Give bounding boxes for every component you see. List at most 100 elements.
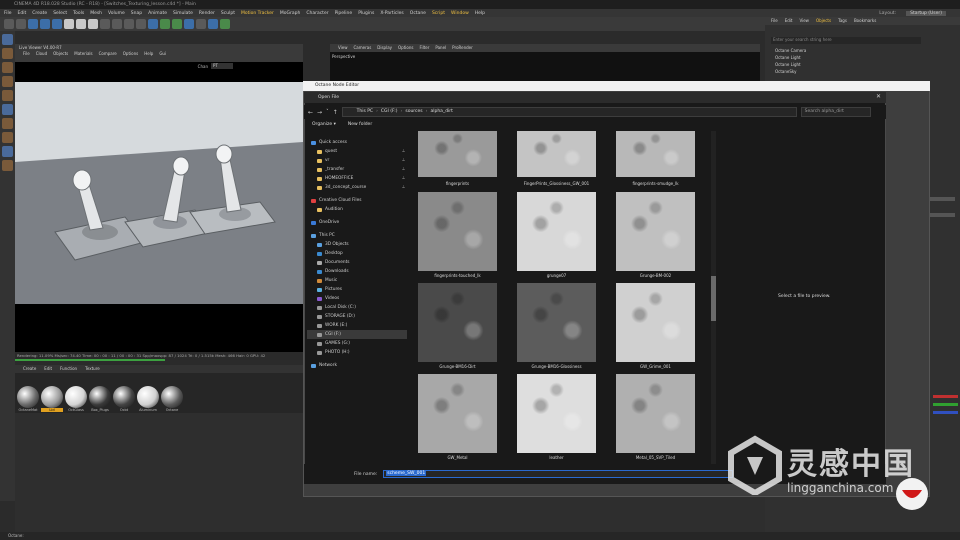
viewport-menu-view[interactable]: View [338, 44, 348, 52]
material-ball[interactable] [113, 386, 135, 408]
nav-item[interactable]: Creative Cloud Files [307, 196, 407, 205]
new-folder-button[interactable]: New folder [348, 119, 372, 131]
menu-create[interactable]: Create [32, 11, 47, 16]
object-menu-objects[interactable]: Objects [816, 17, 831, 25]
points-mode-icon[interactable] [2, 62, 13, 73]
texture-mode-icon[interactable] [2, 118, 13, 129]
make-editable-icon[interactable] [2, 34, 13, 45]
material-tab-create[interactable]: Create [23, 365, 36, 373]
menu-mesh[interactable]: Mesh [90, 11, 102, 16]
file-thumbnail[interactable] [418, 374, 497, 453]
menu-snap[interactable]: Snap [131, 11, 142, 16]
camera-icon[interactable] [208, 19, 218, 29]
light-icon[interactable] [220, 19, 230, 29]
nav-item[interactable]: Downloads [307, 267, 407, 276]
object-item[interactable]: Octane Camera [775, 47, 806, 54]
model-mode-icon[interactable] [2, 48, 13, 59]
nav-item[interactable]: HOMEOFFICE ⟂ [307, 174, 407, 183]
menu-x-particles[interactable]: X-Particles [380, 11, 403, 16]
edges-mode-icon[interactable] [2, 76, 13, 87]
search-input[interactable]: Search alpha_dirt [800, 107, 871, 117]
file-thumbnail[interactable] [517, 374, 596, 453]
viewport-menu-cameras[interactable]: Cameras [354, 44, 372, 52]
breadcrumb-item[interactable]: This PC [357, 109, 373, 114]
nav-item[interactable]: Desktop [307, 249, 407, 258]
nav-item[interactable]: OneDrive [307, 218, 407, 227]
cloner-icon[interactable] [172, 19, 182, 29]
viewer-menu-file[interactable]: File [23, 51, 30, 56]
forward-icon[interactable]: → [317, 109, 322, 116]
nav-item[interactable]: vr ⟂ [307, 156, 407, 165]
material-ball[interactable] [65, 386, 87, 408]
viewport-menu-prorender[interactable]: ProRender [452, 44, 473, 52]
file-thumbnail[interactable] [517, 192, 596, 271]
breadcrumb-item[interactable]: alpha_dirt [430, 109, 452, 114]
redo-icon[interactable] [16, 19, 26, 29]
scene-icon[interactable] [196, 19, 206, 29]
object-item[interactable]: Octane Light [775, 61, 806, 68]
file-thumbnail[interactable] [517, 283, 596, 362]
scale-tool-icon[interactable] [40, 19, 50, 29]
material-ball[interactable] [161, 386, 183, 408]
material-ball[interactable] [137, 386, 159, 408]
polygons-mode-icon[interactable] [2, 90, 13, 101]
deformer-icon[interactable] [184, 19, 194, 29]
file-thumbnail[interactable] [616, 283, 695, 362]
menu-animate[interactable]: Animate [148, 11, 167, 16]
render-view-icon[interactable] [112, 19, 122, 29]
menu-mograph[interactable]: MoGraph [280, 11, 300, 16]
viewer-menu-cloud[interactable]: Cloud [36, 51, 47, 56]
object-menu-edit[interactable]: Edit [785, 17, 793, 25]
x-axis-icon[interactable] [64, 19, 74, 29]
material-tab-texture[interactable]: Texture [85, 365, 100, 373]
menu-volume[interactable]: Volume [108, 11, 125, 16]
viewer-menu-gui[interactable]: Gui [159, 51, 166, 56]
menu-simulate[interactable]: Simulate [173, 11, 193, 16]
menu-character[interactable]: Character [306, 11, 328, 16]
undo-icon[interactable] [4, 19, 14, 29]
render-settings-icon[interactable] [136, 19, 146, 29]
nav-item[interactable]: quest ⟂ [307, 147, 407, 156]
cube-icon[interactable] [148, 19, 158, 29]
filename-input[interactable]: scheme_SW_001 [383, 470, 734, 478]
workplane-icon[interactable] [2, 132, 13, 143]
nav-item[interactable]: Documents [307, 258, 407, 267]
menu-pipeline[interactable]: Pipeline [335, 11, 353, 16]
menu-plugins[interactable]: Plugins [358, 11, 374, 16]
file-thumbnail[interactable] [418, 283, 497, 362]
rotate-tool-icon[interactable] [52, 19, 62, 29]
material-ball[interactable] [17, 386, 39, 408]
nav-item[interactable]: This PC [307, 231, 407, 240]
breadcrumb-item[interactable]: sources [405, 109, 422, 114]
file-thumbnail[interactable] [418, 192, 497, 271]
back-icon[interactable]: ← [308, 109, 313, 116]
breadcrumb[interactable]: This PC › CGI (F:) › sources › alpha_dirt [341, 107, 797, 117]
z-axis-icon[interactable] [88, 19, 98, 29]
nav-item[interactable]: STORAGE (D:) [307, 312, 407, 321]
nav-item[interactable]: 3D Objects [307, 240, 407, 249]
viewer-menu-objects[interactable]: Objects [53, 51, 68, 56]
nav-item[interactable]: WORK (E:) [307, 321, 407, 330]
menu-script[interactable]: Script [432, 11, 445, 16]
viewer-menu-options[interactable]: Options [123, 51, 138, 56]
object-menu-view[interactable]: View [799, 17, 809, 25]
viewer-menu-materials[interactable]: Materials [74, 51, 92, 56]
object-item[interactable]: Octane Light [775, 54, 806, 61]
menu-sculpt[interactable]: Sculpt [221, 11, 235, 16]
file-thumbnail[interactable] [616, 374, 695, 453]
organize-button[interactable]: Organize ▾ [312, 119, 336, 131]
nav-item[interactable]: Local Disk (C:) [307, 303, 407, 312]
channel-select[interactable]: PT [211, 63, 233, 69]
axis-mode-icon[interactable] [2, 104, 13, 115]
file-thumbnail[interactable] [616, 131, 695, 177]
nav-item[interactable]: CGI (F:) [307, 330, 407, 339]
layout-select[interactable]: Startup (User) [906, 10, 946, 16]
nav-item[interactable]: Network [307, 361, 407, 370]
render-icon[interactable] [124, 19, 134, 29]
move-tool-icon[interactable] [28, 19, 38, 29]
perspective-viewport[interactable]: Perspective [330, 52, 760, 82]
recent-icon[interactable]: ˅ [326, 109, 329, 115]
object-menu-bookmarks[interactable]: Bookmarks [854, 17, 876, 25]
nav-item[interactable]: _transfer ⟂ [307, 165, 407, 174]
object-menu-tags[interactable]: Tags [838, 17, 847, 25]
